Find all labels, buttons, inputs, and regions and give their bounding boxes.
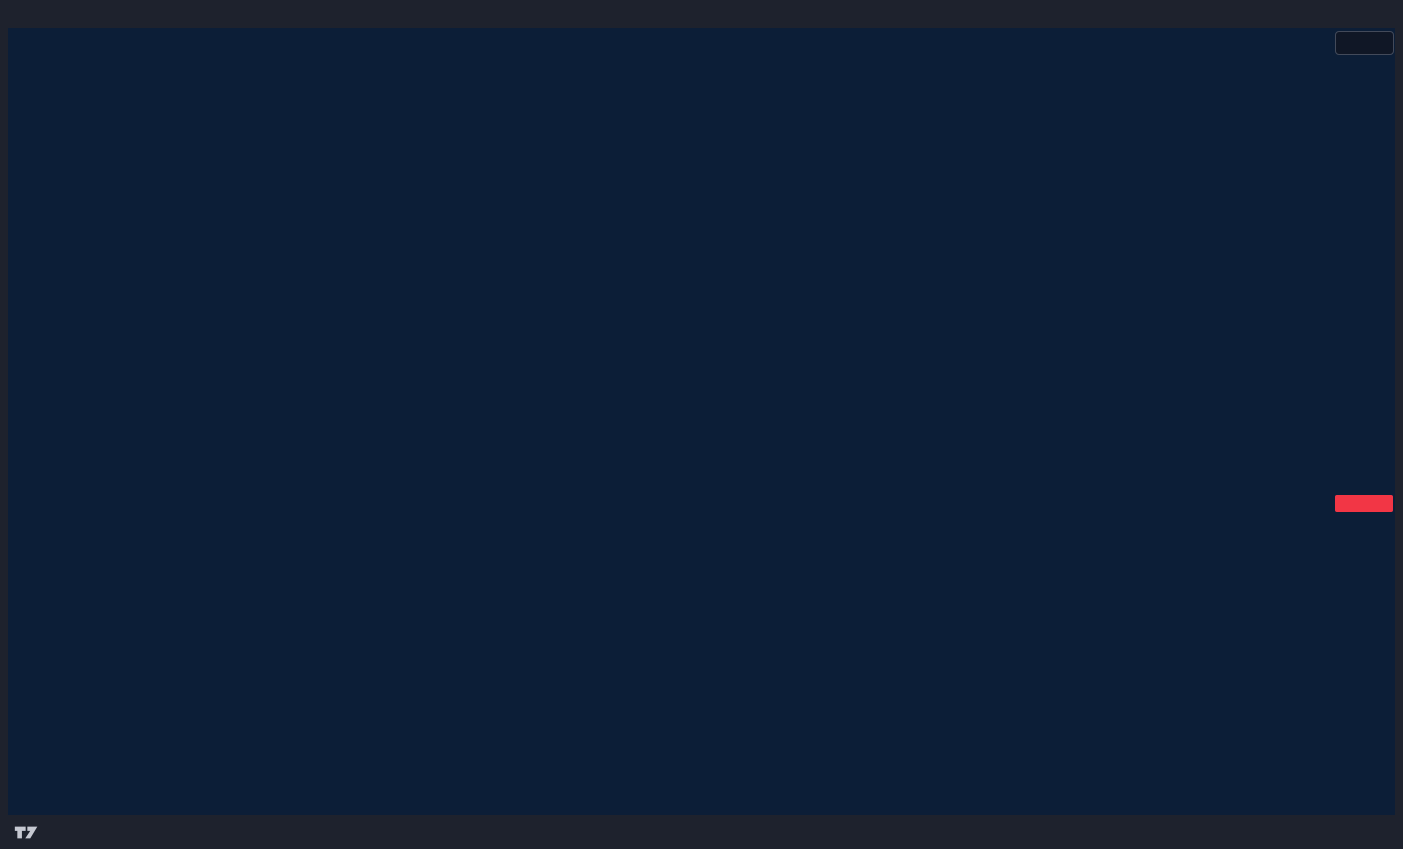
footer-bar — [0, 815, 1403, 849]
last-price-badge — [1335, 495, 1393, 512]
chart-canvas[interactable] — [0, 0, 1403, 849]
tradingview-logo-icon[interactable] — [14, 824, 39, 841]
tradingview-published-chart — [0, 0, 1403, 849]
currency-usd-button[interactable] — [1335, 31, 1394, 55]
